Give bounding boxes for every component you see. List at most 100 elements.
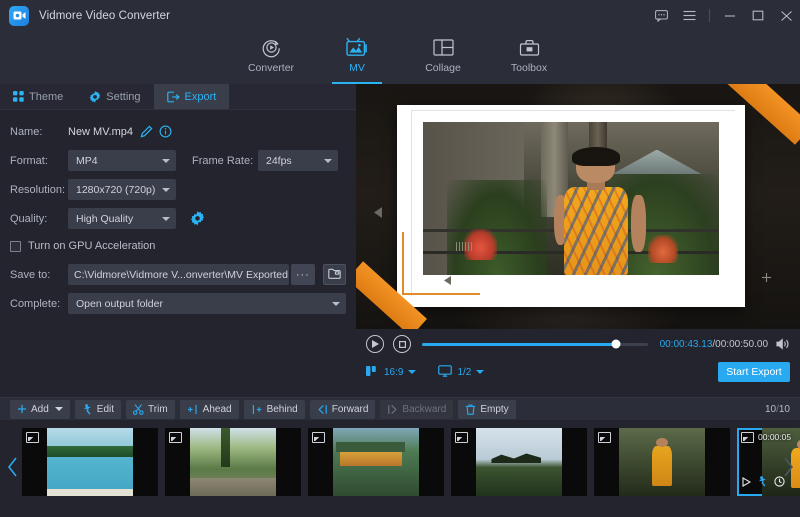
frame-rate-value: 24fps (266, 155, 292, 167)
decoration-line-bottom (402, 293, 480, 295)
advanced-settings-gear-icon[interactable] (190, 211, 205, 226)
collage-icon (433, 36, 454, 59)
progress-fill (422, 343, 616, 346)
photo-handle-icon[interactable] (456, 242, 472, 251)
edit-pencil-icon[interactable] (140, 125, 153, 138)
list-item[interactable] (308, 428, 444, 496)
toolbar-button-forward[interactable]: Forward (310, 400, 376, 419)
list-item[interactable] (451, 428, 587, 496)
zoom-control[interactable]: 1/2 (438, 365, 484, 380)
thumbnail-image (619, 428, 705, 496)
folder-icon (328, 266, 341, 284)
close-icon[interactable] (772, 0, 800, 31)
clip-counter: 10/10 (765, 404, 790, 415)
tab-export[interactable]: Export (154, 84, 230, 109)
toolbar-button-label: Backward (402, 404, 446, 415)
list-item[interactable] (165, 428, 301, 496)
effect-star-icon[interactable] (757, 474, 768, 492)
preview-prev-arrow-icon[interactable] (374, 205, 383, 223)
volume-icon[interactable] (776, 338, 790, 350)
format-value: MP4 (76, 155, 98, 167)
save-to-input[interactable]: C:\Vidmore\Vidmore V...onverter\MV Expor… (68, 264, 289, 285)
complete-label: Complete: (10, 298, 68, 310)
format-label: Format: (10, 155, 68, 167)
maximize-icon[interactable] (744, 0, 772, 31)
quality-label: Quality: (10, 213, 68, 225)
converter-icon (261, 36, 282, 59)
photo-prev-arrow-icon[interactable] (444, 272, 452, 290)
chevron-down-icon (324, 159, 332, 163)
play-icon[interactable] (742, 474, 751, 492)
gpu-acceleration-label: Turn on GPU Acceleration (28, 240, 155, 252)
chevron-down-icon (162, 159, 170, 163)
format-select[interactable]: MP4 (68, 150, 176, 171)
stop-button[interactable] (393, 335, 411, 353)
save-to-row: Save to: C:\Vidmore\Vidmore V...onverter… (10, 263, 346, 286)
thumbnail-image (333, 428, 419, 496)
list-item[interactable] (22, 428, 158, 496)
clip-badges (742, 474, 785, 492)
browse-button[interactable]: ··· (291, 264, 316, 285)
complete-select[interactable]: Open output folder (68, 293, 346, 314)
clock-icon[interactable] (774, 474, 785, 492)
app-title: Vidmore Video Converter (39, 10, 170, 22)
info-icon[interactable] (159, 125, 172, 138)
toolbar-button-label: Add (31, 404, 49, 415)
progress-knob[interactable] (611, 340, 620, 349)
complete-value: Open output folder (76, 298, 163, 310)
nav-item-toolbox[interactable]: Toolbox (486, 31, 572, 84)
play-button[interactable] (366, 335, 384, 353)
toolbar-button-label: Edit (97, 404, 114, 415)
aspect-ratio-control[interactable]: 16:9 (366, 365, 416, 380)
filmstrip-prev-button[interactable] (3, 456, 21, 482)
chevron-down-icon[interactable] (55, 407, 63, 411)
nav-item-collage[interactable]: Collage (400, 31, 486, 84)
gpu-acceleration-checkbox[interactable] (10, 241, 21, 252)
complete-row: Complete: Open output folder (10, 292, 346, 315)
resolution-select[interactable]: 1280x720 (720p) (68, 179, 176, 200)
toolbox-icon (519, 36, 540, 59)
tab-setting[interactable]: Setting (76, 84, 153, 109)
tab-theme[interactable]: Theme (0, 84, 76, 109)
menu-icon[interactable] (675, 0, 703, 31)
thumbnail-image (190, 428, 276, 496)
frame-rate-select[interactable]: 24fps (258, 150, 338, 171)
toolbar-button-ahead[interactable]: Ahead (180, 400, 239, 419)
chevron-down-icon[interactable] (476, 370, 484, 374)
toolbar-button-behind[interactable]: Behind (244, 400, 305, 419)
gpu-acceleration-row[interactable]: Turn on GPU Acceleration (10, 236, 346, 256)
chevron-down-icon[interactable] (408, 370, 416, 374)
start-export-button-player[interactable]: Start Export (718, 362, 790, 382)
save-to-label: Save to: (10, 269, 68, 281)
minimize-icon[interactable] (716, 0, 744, 31)
quality-select[interactable]: High Quality (68, 208, 176, 229)
toolbar-button-empty[interactable]: Empty (458, 400, 515, 419)
title-bar: Vidmore Video Converter (0, 0, 800, 31)
filmstrip-track[interactable]: 00:00:05 (22, 428, 778, 496)
toolbar-button-add[interactable]: Add (10, 400, 70, 419)
nav-item-converter[interactable]: Converter (228, 31, 314, 84)
mv-icon (346, 36, 369, 59)
image-placeholder-icon (598, 432, 611, 443)
photo-add-icon[interactable] (761, 271, 772, 286)
person-shirt (564, 187, 628, 275)
nav-item-mv[interactable]: MV (314, 31, 400, 84)
timeline-toolbar: Add Edit Trim (0, 397, 800, 420)
main-navigation: Converter MV C (0, 31, 800, 84)
nav-item-label: Collage (425, 62, 461, 74)
video-preview[interactable] (356, 84, 800, 329)
toolbar-button-edit[interactable]: Edit (75, 400, 121, 419)
list-item[interactable] (594, 428, 730, 496)
timeline-filmstrip: 00:00:05 (0, 420, 800, 517)
grid-icon (13, 91, 24, 102)
current-time: 00:00:43.13 (660, 339, 713, 350)
feedback-icon[interactable] (647, 0, 675, 31)
toolbar-button-trim[interactable]: Trim (126, 400, 175, 419)
photo-foliage-left (447, 180, 548, 275)
toolbar-button-backward[interactable]: Backward (380, 400, 453, 419)
quality-value: High Quality (76, 213, 133, 225)
open-folder-button[interactable] (323, 264, 346, 285)
progress-slider[interactable] (422, 343, 648, 346)
chevron-left-icon (7, 457, 18, 482)
tab-label: Theme (29, 91, 63, 103)
